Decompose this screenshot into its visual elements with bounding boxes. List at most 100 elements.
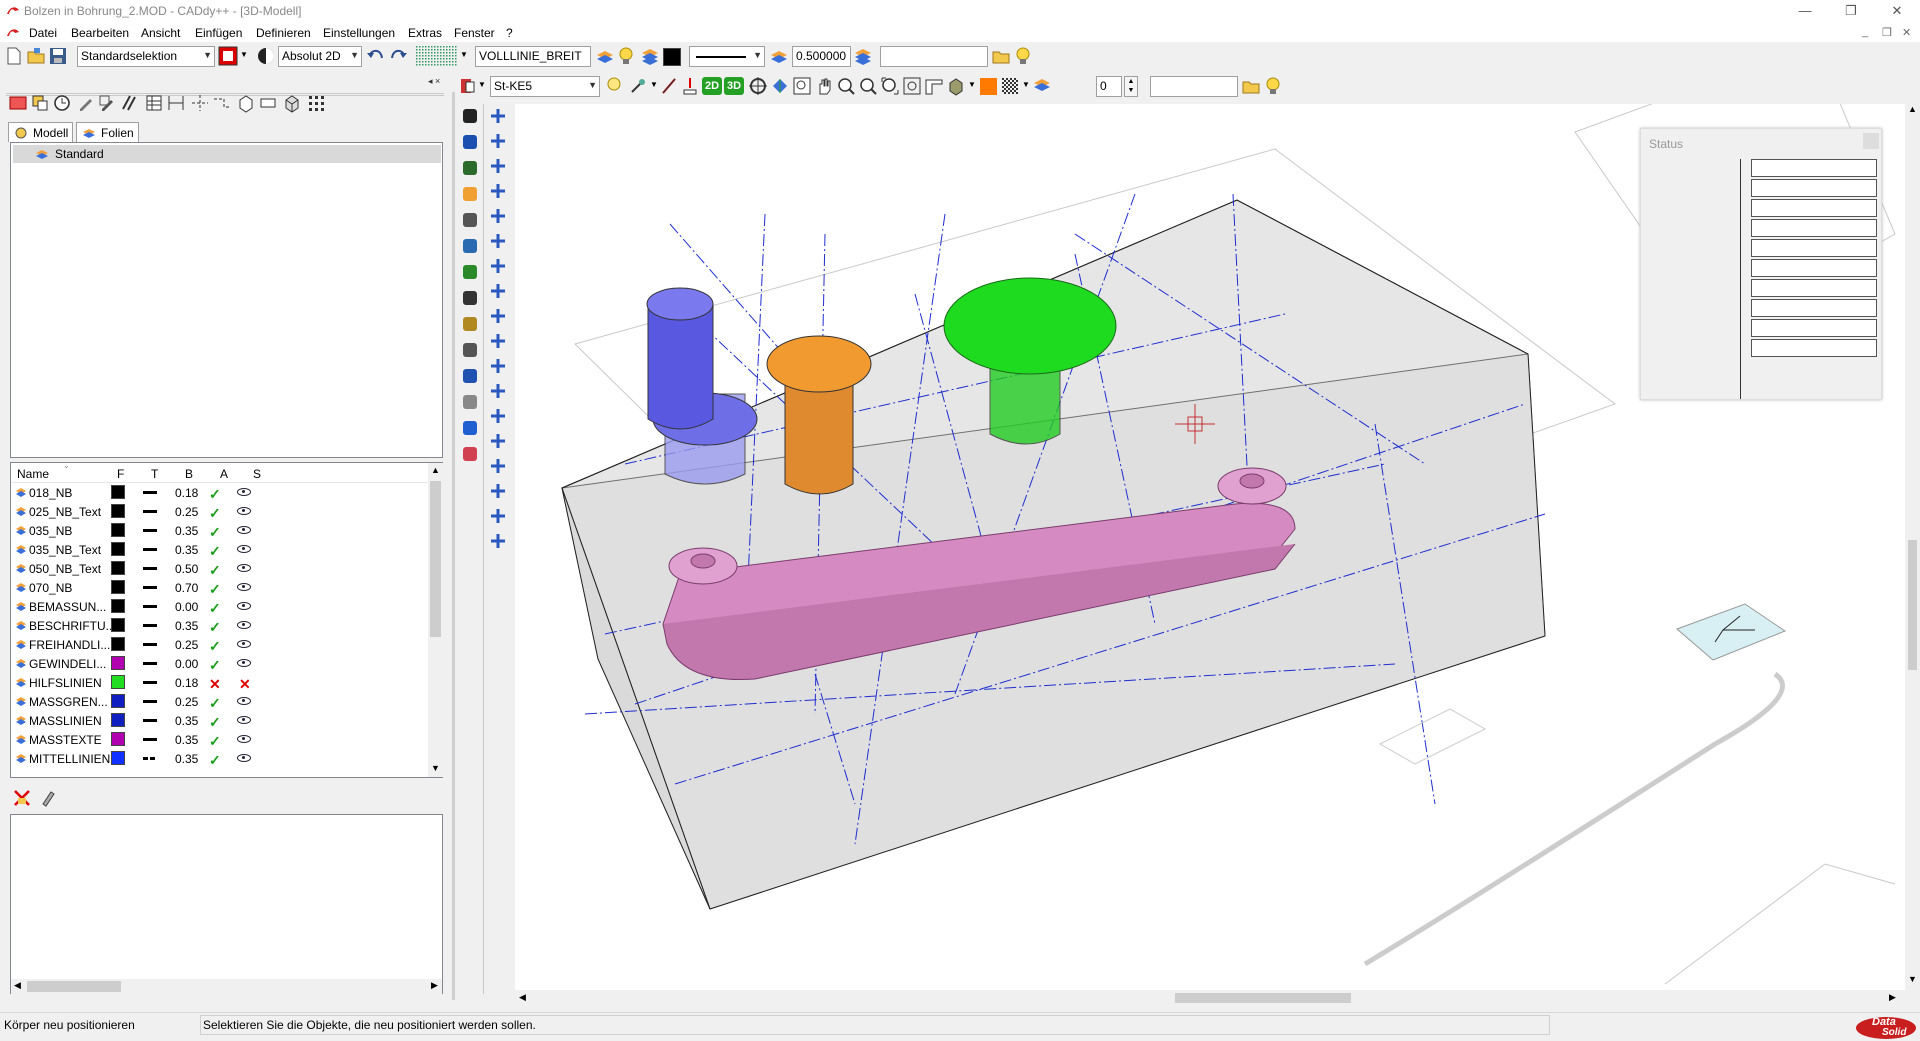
layer-color-swatch[interactable]: [111, 561, 125, 575]
open-folder-icon[interactable]: [26, 46, 46, 66]
chevron-down-icon[interactable]: ▼: [478, 80, 486, 89]
viewport-vscrollbar[interactable]: ▲ ▼: [1905, 100, 1920, 990]
line-width-field[interactable]: 0.500000: [792, 46, 851, 67]
light-settings-icon[interactable]: [628, 76, 648, 96]
model-view-icon[interactable]: [8, 93, 28, 113]
menu-extras[interactable]: Extras: [408, 26, 442, 40]
dimension-icon[interactable]: [166, 93, 186, 113]
layer-color-swatch[interactable]: [111, 637, 125, 651]
active-check-icon[interactable]: ✓: [209, 505, 221, 522]
scroll-thumb[interactable]: [27, 981, 121, 992]
pan-hand-icon[interactable]: [814, 76, 834, 96]
maximize-button[interactable]: ❐: [1828, 0, 1874, 24]
close-button[interactable]: ✕: [1874, 0, 1920, 24]
table-row[interactable]: 035_NB_Text 0.35 ✓: [15, 540, 431, 559]
selection-mode-select[interactable]: Standardselektion ▼: [77, 46, 215, 67]
layer-color-swatch[interactable]: [111, 732, 125, 746]
visible-eye-icon[interactable]: [237, 735, 251, 743]
visible-eye-icon[interactable]: [237, 716, 251, 724]
line-type-icon[interactable]: [143, 548, 157, 551]
status-field[interactable]: [1751, 219, 1877, 237]
horizontal-scrollbar[interactable]: ◀ ▶: [11, 979, 442, 994]
status-field[interactable]: [1751, 299, 1877, 317]
rotate-icon[interactable]: [460, 236, 480, 256]
scroll-right-icon[interactable]: ▶: [431, 980, 438, 991]
view-orientation-icon[interactable]: [770, 76, 790, 96]
layer-color-swatch[interactable]: [111, 580, 125, 594]
table-row[interactable]: BEMASSUN... 0.00 ✓: [15, 597, 431, 616]
menu-bearbeiten[interactable]: Bearbeiten: [71, 26, 129, 40]
dot-array-icon[interactable]: [488, 331, 508, 351]
layer-color-swatch[interactable]: [111, 485, 125, 499]
edge-select-icon[interactable]: [680, 76, 700, 96]
arrow-up-bar-icon[interactable]: [488, 456, 508, 476]
stretch-icon[interactable]: [488, 481, 508, 501]
menu-datei[interactable]: Datei: [29, 26, 57, 40]
status-window-close[interactable]: [1863, 133, 1879, 149]
visible-eye-icon[interactable]: [237, 488, 251, 496]
layer-color-swatch[interactable]: [111, 656, 125, 670]
transparency-icon[interactable]: [1000, 76, 1020, 96]
zoom-window-icon[interactable]: [792, 76, 812, 96]
triangle-icon[interactable]: [488, 156, 508, 176]
table-row[interactable]: 050_NB_Text 0.50 ✓: [15, 559, 431, 578]
cylinder-icon[interactable]: [258, 93, 278, 113]
table-row[interactable]: HILFSLINIEN 0.18 ✕ ✕: [15, 673, 431, 692]
select-arrow-gray-icon[interactable]: [488, 106, 508, 126]
line-type-icon[interactable]: [143, 738, 157, 741]
line-type-icon[interactable]: [143, 605, 157, 608]
status-field[interactable]: [1751, 339, 1877, 357]
table-row[interactable]: 070_NB 0.70 ✓: [15, 578, 431, 597]
table-row[interactable]: MITTELLINIEN 0.35 ✓: [15, 749, 431, 768]
line-type-icon[interactable]: [143, 624, 157, 627]
dot-grid-icon[interactable]: [306, 93, 326, 113]
menu-ansicht[interactable]: Ansicht: [141, 26, 180, 40]
hatch-icon[interactable]: [460, 392, 480, 412]
scroll-up-icon[interactable]: ▲: [431, 465, 440, 475]
scroll-thumb[interactable]: [1908, 540, 1917, 670]
orbit-icon[interactable]: [748, 76, 768, 96]
box-icon[interactable]: [236, 93, 256, 113]
layer-color-swatch[interactable]: [111, 599, 125, 613]
visible-eye-icon[interactable]: [237, 754, 251, 762]
visible-eye-icon[interactable]: [237, 659, 251, 667]
scroll-thumb[interactable]: [1175, 993, 1351, 1003]
chevron-down-icon[interactable]: ▼: [968, 80, 976, 89]
scroll-down-icon[interactable]: ▼: [431, 763, 440, 773]
visible-eye-icon[interactable]: [237, 602, 251, 610]
tab-modell[interactable]: Modell: [8, 122, 74, 142]
edge-edit-icon[interactable]: [660, 76, 680, 96]
arrow-up-icon[interactable]: [488, 431, 508, 451]
chevron-down-icon[interactable]: ▼: [240, 50, 248, 59]
line-type-select[interactable]: ▼: [689, 46, 765, 67]
layer-number-stepper[interactable]: ▲ ▼: [1124, 76, 1138, 97]
table-scrollbar[interactable]: ▲ ▼: [428, 463, 443, 777]
search-input[interactable]: [880, 46, 988, 67]
scroll-up-icon[interactable]: ▲: [1908, 104, 1917, 114]
clock-icon[interactable]: [52, 93, 72, 113]
chevron-down-icon[interactable]: ▼: [1022, 80, 1030, 89]
info-icon[interactable]: [460, 418, 480, 438]
dot-grid-icon[interactable]: [488, 306, 508, 326]
zoom-in-icon[interactable]: [836, 76, 856, 96]
view-3d-button[interactable]: 3D: [724, 77, 744, 95]
status-field[interactable]: [1751, 259, 1877, 277]
scroll-down-icon[interactable]: ▼: [1908, 974, 1917, 984]
rotate-sphere-icon[interactable]: [460, 158, 480, 178]
rotate-gray-icon[interactable]: [488, 356, 508, 376]
delete-layer-icon[interactable]: [12, 788, 32, 808]
visible-eye-icon[interactable]: [237, 640, 251, 648]
align-icon[interactable]: [488, 506, 508, 526]
status-field[interactable]: [1751, 279, 1877, 297]
line-type-icon[interactable]: [143, 757, 157, 760]
menu-fenster[interactable]: Fenster: [454, 26, 495, 40]
line-type-icon[interactable]: [143, 510, 157, 513]
visible-eye-icon[interactable]: [237, 564, 251, 572]
paint-icon[interactable]: [488, 131, 508, 151]
layer-settings-icon[interactable]: [595, 46, 615, 66]
pencil-icon[interactable]: [76, 93, 96, 113]
table-row[interactable]: 035_NB 0.35 ✓: [15, 521, 431, 540]
layer-number-field[interactable]: 0: [1096, 76, 1122, 97]
shading-cube-icon[interactable]: [946, 76, 966, 96]
scroll-thumb[interactable]: [430, 481, 441, 637]
